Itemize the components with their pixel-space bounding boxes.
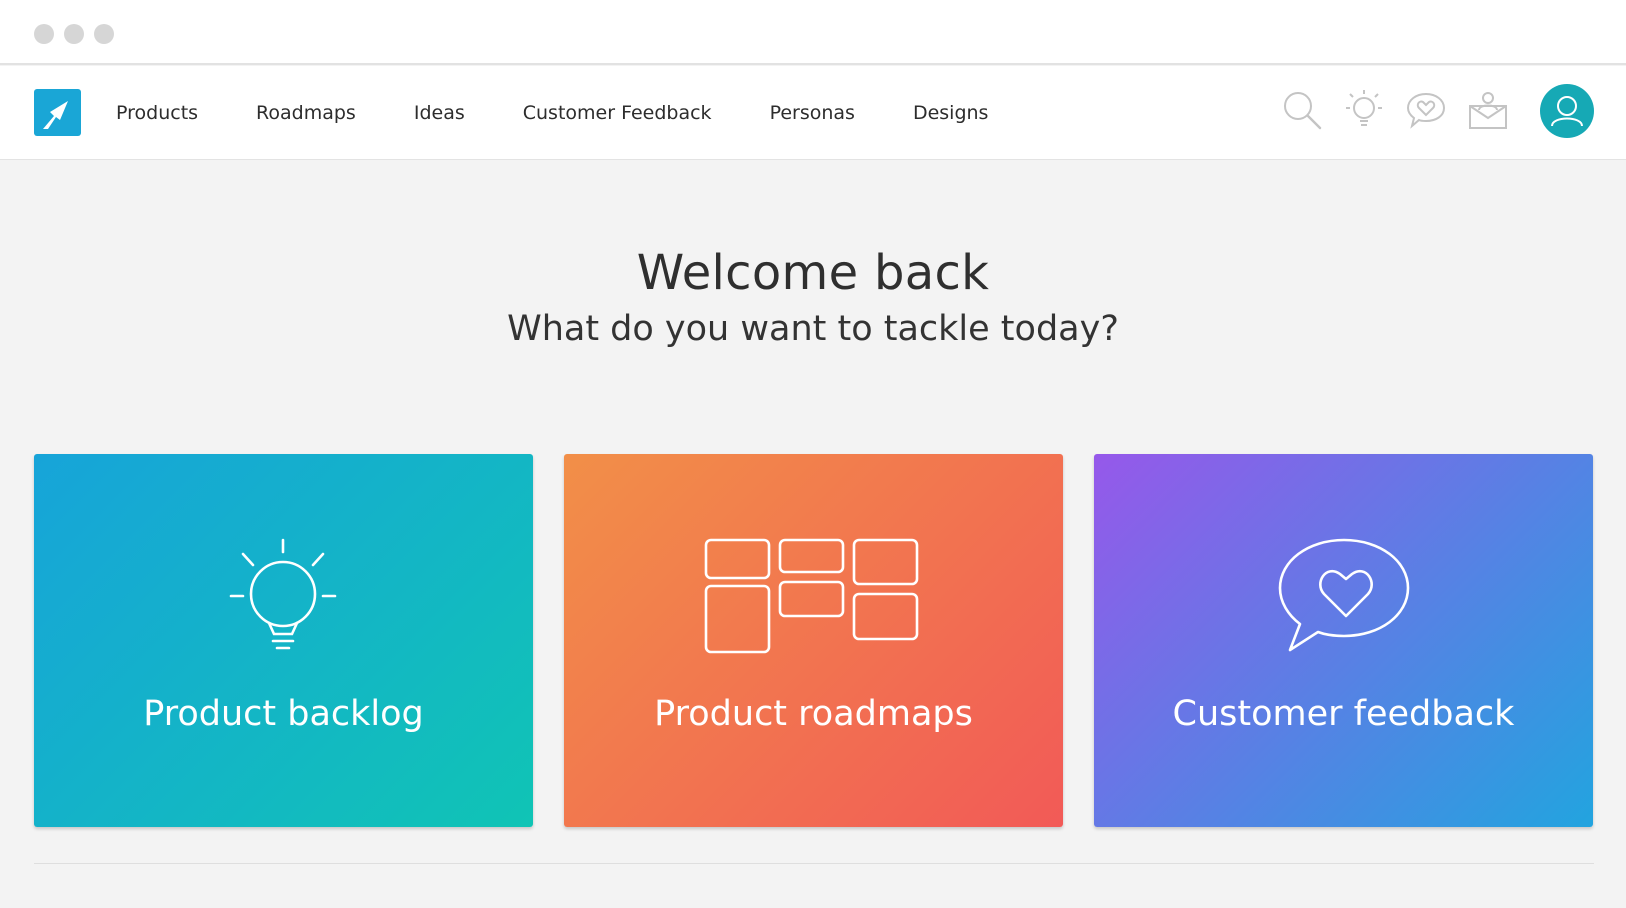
card-customer-feedback[interactable]: Customer feedback [1094, 454, 1593, 827]
roadmap-grid-icon [704, 538, 919, 654]
arrow-up-right-icon [43, 101, 68, 129]
card-label: Product backlog [143, 694, 424, 734]
window-close-dot[interactable] [34, 24, 54, 44]
user-icon [1551, 96, 1583, 127]
search-icon[interactable] [1280, 88, 1324, 132]
nav-item-products[interactable]: Products [116, 102, 198, 124]
lightbulb-icon[interactable] [1342, 88, 1386, 132]
nav-item-roadmaps[interactable]: Roadmaps [256, 102, 356, 124]
inbox-user-icon[interactable] [1466, 88, 1510, 132]
nav-item-personas[interactable]: Personas [770, 102, 855, 124]
card-product-backlog[interactable]: Product backlog [34, 454, 533, 827]
app-logo[interactable] [34, 89, 81, 136]
top-nav: Products Roadmaps Ideas Customer Feedbac… [0, 66, 1626, 160]
window-maximize-dot[interactable] [94, 24, 114, 44]
chat-heart-icon [1278, 538, 1410, 652]
card-label: Customer feedback [1172, 694, 1515, 734]
nav-item-ideas[interactable]: Ideas [414, 102, 465, 124]
page-title: Welcome back [636, 245, 990, 301]
lightbulb-icon [229, 538, 337, 650]
page-subtitle: What do you want to tackle today? [507, 309, 1119, 349]
card-label: Product roadmaps [654, 694, 973, 734]
nav-item-designs[interactable]: Designs [913, 102, 989, 124]
user-avatar[interactable] [1540, 84, 1594, 138]
card-product-roadmaps[interactable]: Product roadmaps [564, 454, 1063, 827]
window-titlebar [0, 0, 1626, 65]
nav-item-customer-feedback[interactable]: Customer Feedback [523, 102, 712, 124]
chat-heart-icon[interactable] [1404, 88, 1448, 132]
divider [34, 863, 1594, 864]
window-minimize-dot[interactable] [64, 24, 84, 44]
nav-links: Products Roadmaps Ideas Customer Feedbac… [116, 66, 988, 160]
